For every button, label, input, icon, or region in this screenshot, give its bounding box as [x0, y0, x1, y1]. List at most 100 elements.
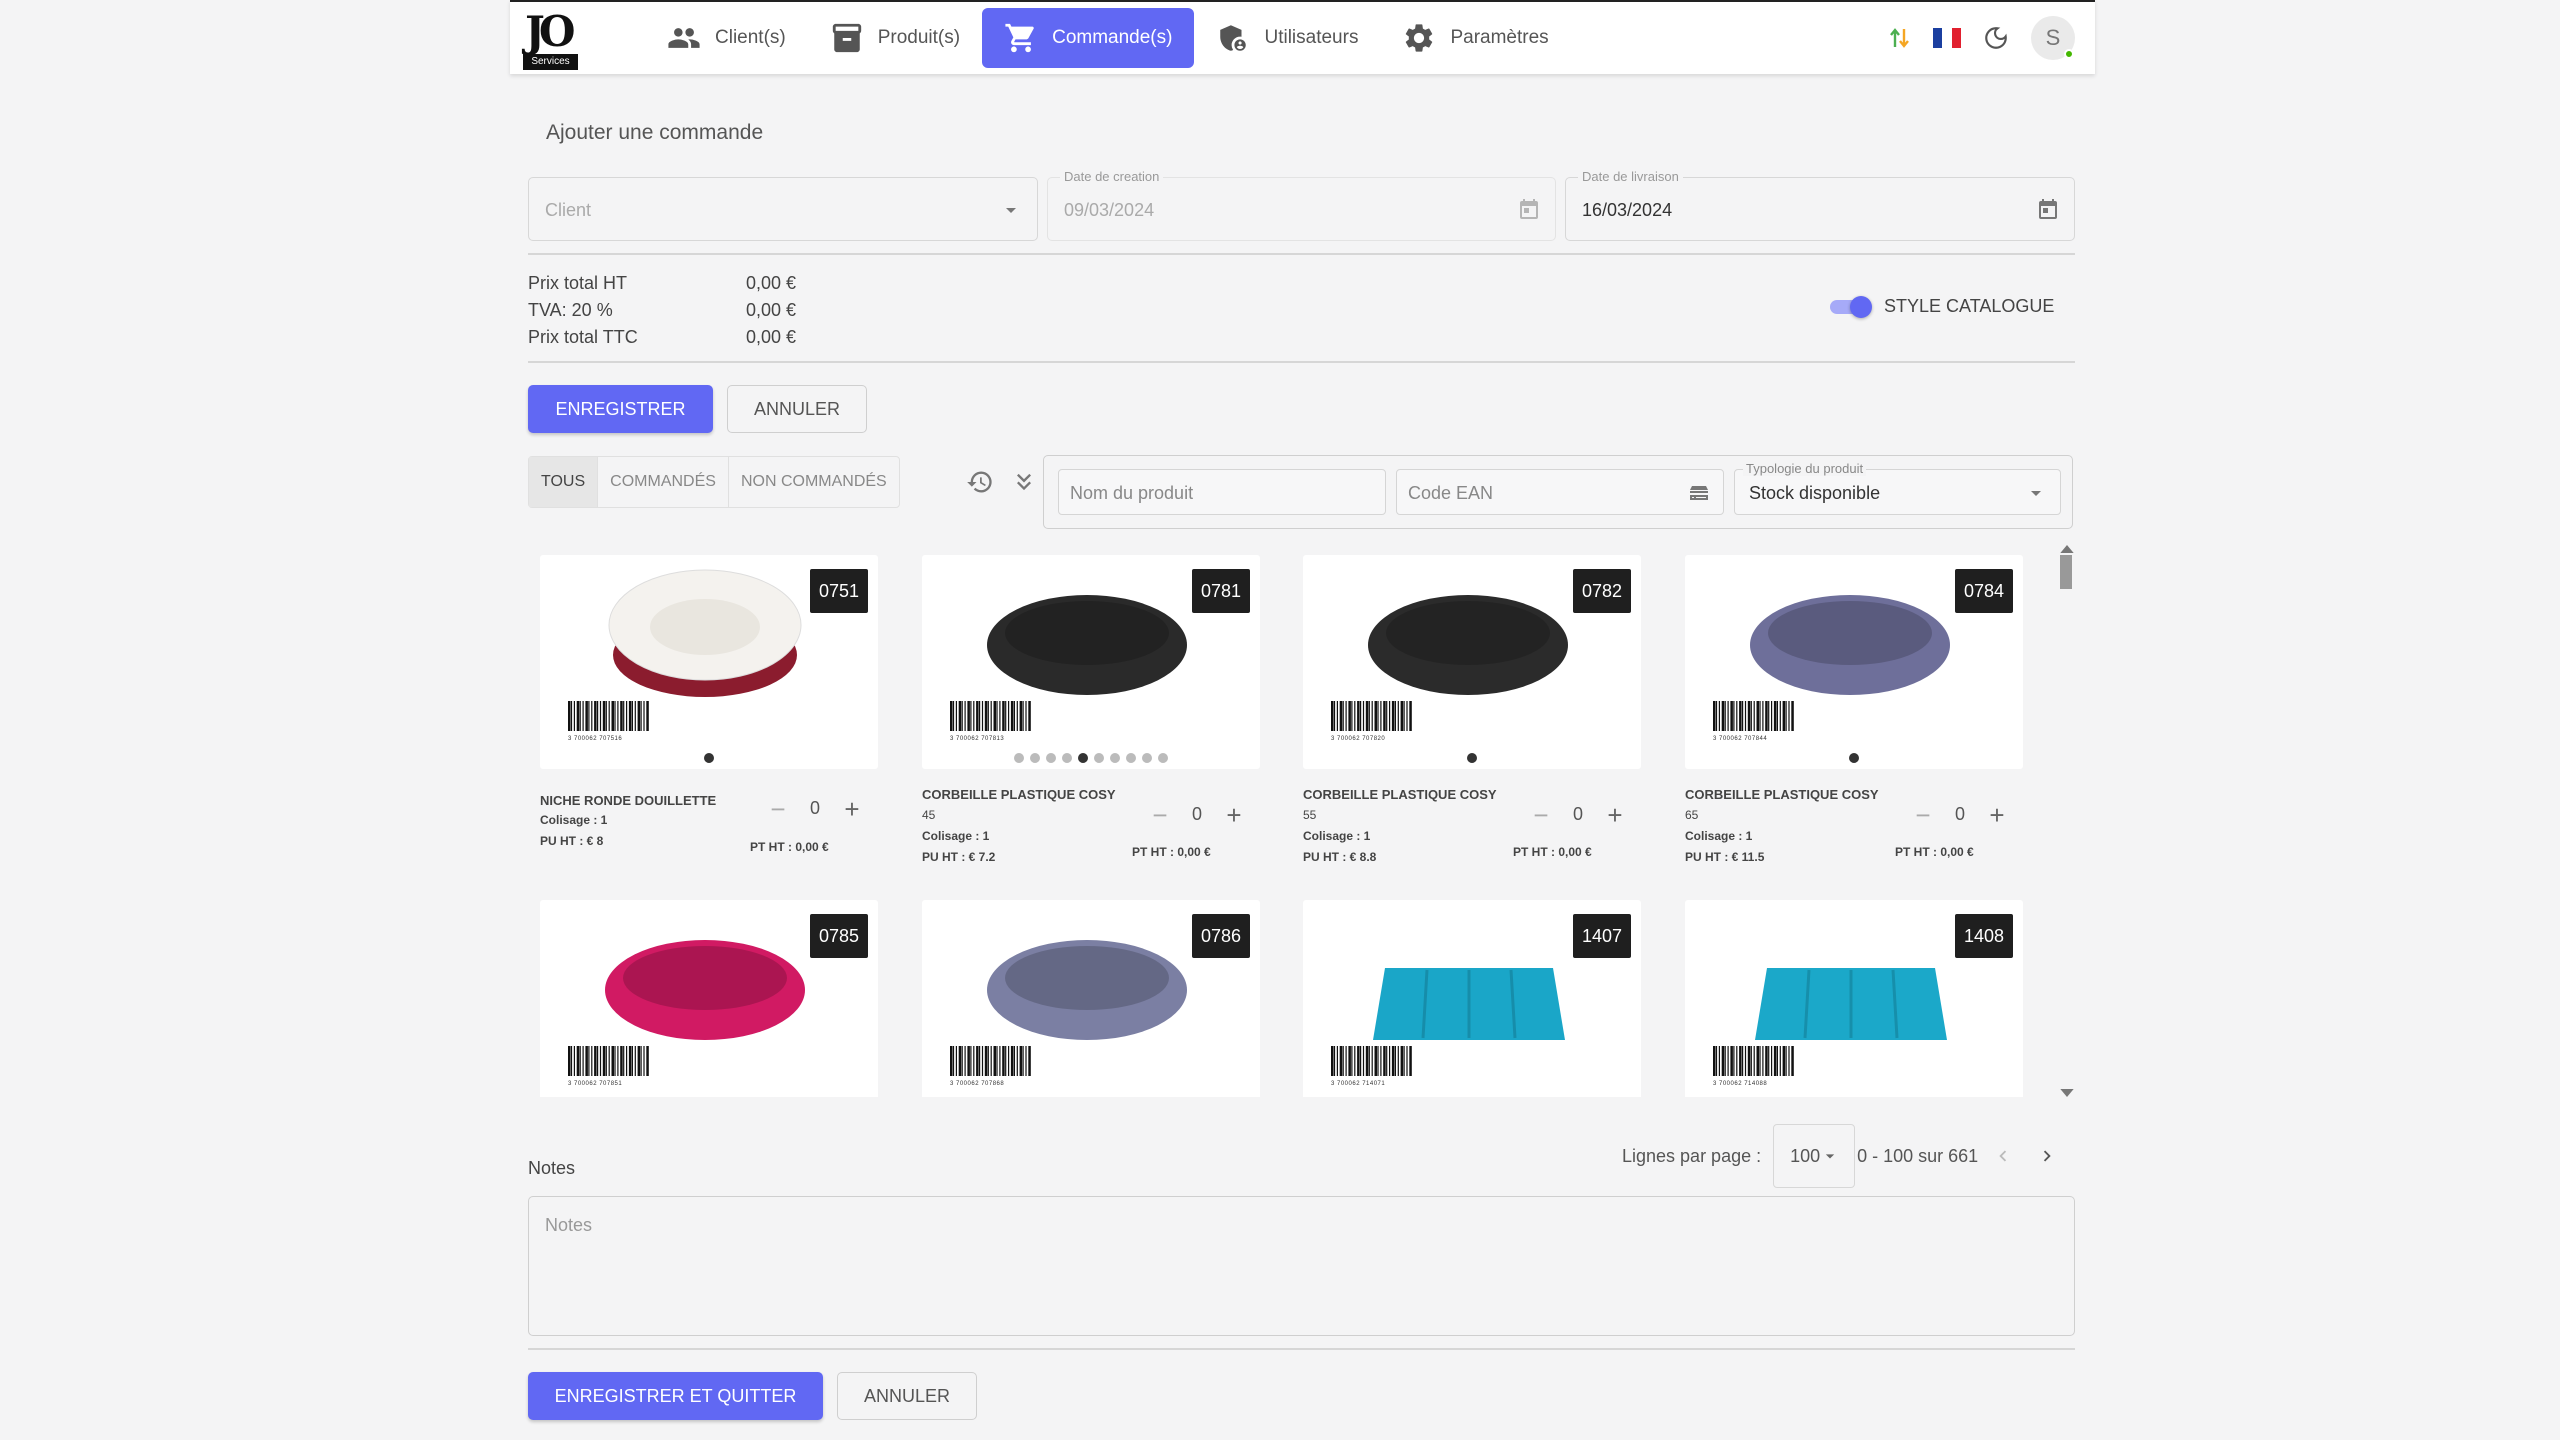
product-card[interactable]: 3 700062 707813 0781 CORBEILLE PLASTIQUE C…	[922, 555, 1260, 895]
notes-textarea[interactable]: Notes	[528, 1196, 2075, 1336]
toggle-switch[interactable]	[1830, 295, 1872, 318]
cancel-bottom-button[interactable]: Annuler	[837, 1372, 977, 1420]
carousel-dot[interactable]	[1078, 753, 1088, 763]
carousel-dot[interactable]	[704, 753, 714, 763]
increment-button[interactable]: +	[1987, 802, 2007, 828]
product-unit-price: PU HT : € 8.8	[1303, 850, 1377, 864]
pagination: Lignes par page : 100 0 - 100 sur 661	[1622, 1124, 2058, 1188]
nav-item-clients[interactable]: Client(s)	[645, 8, 808, 68]
product-image[interactable]: 3 700062 714071 1407	[1303, 900, 1641, 1097]
decrement-button[interactable]: −	[768, 796, 788, 822]
dark-mode-icon[interactable]	[1983, 25, 2009, 51]
quantity-stepper[interactable]: − 0 +	[1531, 802, 1625, 828]
nav-item-commandes[interactable]: Commande(s)	[982, 8, 1195, 68]
product-card[interactable]: 3 700062 707516 0751 NICHE RONDE DOUILLETT…	[540, 555, 878, 895]
quantity-stepper[interactable]: − 0 +	[1150, 802, 1244, 828]
image-carousel-dots[interactable]	[1303, 753, 1641, 763]
segment-ordered[interactable]: COMMANDÉS	[598, 457, 729, 507]
save-and-quit-button[interactable]: Enregistrer et quitter	[528, 1372, 823, 1420]
creation-date-value: 09/03/2024	[1064, 200, 1155, 220]
nav-label: Client(s)	[715, 27, 786, 48]
collapse-button[interactable]	[1010, 468, 1038, 496]
product-card[interactable]: 3 700062 707851 0785	[540, 900, 878, 1097]
grid-scrollbar[interactable]	[2057, 545, 2074, 1097]
avatar-initial: S	[2045, 25, 2061, 50]
product-image[interactable]: 3 700062 707813 0781	[922, 555, 1260, 769]
nav-item-parametres[interactable]: Paramètres	[1380, 8, 1570, 68]
carousel-dot[interactable]	[1126, 753, 1136, 763]
product-ref-badge: 1407	[1573, 914, 1631, 958]
double-chevron-down-icon	[1017, 473, 1031, 491]
next-page-icon[interactable]	[2036, 1145, 2058, 1167]
barcode-scanner-icon[interactable]	[1687, 481, 1711, 505]
product-image[interactable]: 3 700062 707868 0786	[922, 900, 1260, 1097]
cancel-button[interactable]: Annuler	[727, 385, 867, 433]
product-image[interactable]: 3 700062 707820 0782	[1303, 555, 1641, 769]
product-image[interactable]: 3 700062 707851 0785	[540, 900, 878, 1097]
carousel-dot[interactable]	[1849, 753, 1859, 763]
product-card[interactable]: 3 700062 707820 0782 CORBEILLE PLASTIQUE C…	[1303, 555, 1641, 895]
dropdown-arrow-icon	[2031, 491, 2041, 496]
delivery-date-field[interactable]: Date de livraison 16/03/2024	[1565, 169, 2075, 241]
ean-code-input[interactable]: Code EAN	[1396, 469, 1724, 515]
barcode-image: 3 700062 714071	[1331, 1046, 1413, 1087]
total-row: TVA: 20 % 0,00 €	[528, 297, 796, 324]
sync-icon[interactable]	[1889, 25, 1911, 51]
product-name-input[interactable]: Nom du produit	[1058, 469, 1386, 515]
product-card[interactable]: 3 700062 714071 1407	[1303, 900, 1641, 1097]
barcode-number: 3 700062 707820	[1331, 736, 1386, 742]
barcode-number: 3 700062 714071	[1331, 1081, 1386, 1087]
carousel-dot[interactable]	[1142, 753, 1152, 763]
product-image[interactable]: 3 700062 714088 1408	[1685, 900, 2023, 1097]
barcode-image: 3 700062 707851	[568, 1046, 650, 1087]
quantity-stepper[interactable]: − 0 +	[1913, 802, 2007, 828]
quantity-stepper[interactable]: − 0 +	[768, 796, 862, 822]
carousel-dot[interactable]	[1110, 753, 1120, 763]
product-image[interactable]: 3 700062 707516 0751	[540, 555, 878, 769]
segment-not-ordered[interactable]: NON COMMANDÉS	[729, 457, 899, 507]
product-card[interactable]: 3 700062 714088 1408	[1685, 900, 2023, 1097]
carousel-dot[interactable]	[1158, 753, 1168, 763]
carousel-dot[interactable]	[1467, 753, 1477, 763]
save-button[interactable]: Enregistrer	[528, 385, 713, 433]
carousel-dot[interactable]	[1062, 753, 1072, 763]
typology-select[interactable]: Typologie du produit Stock disponible	[1734, 461, 2061, 515]
online-status-dot	[2064, 49, 2074, 59]
segment-all[interactable]: TOUS	[529, 457, 599, 507]
language-flag-icon[interactable]	[1933, 28, 1961, 48]
decrement-button[interactable]: −	[1531, 802, 1551, 828]
prev-page-icon[interactable]	[1992, 1145, 2014, 1167]
carousel-dot[interactable]	[1094, 753, 1104, 763]
image-carousel-dots[interactable]	[540, 753, 878, 763]
nav-item-produits[interactable]: Produit(s)	[808, 8, 982, 68]
image-carousel-dots[interactable]	[922, 753, 1260, 763]
nav-item-utilisateurs[interactable]: Utilisateurs	[1194, 8, 1380, 68]
product-image[interactable]: 3 700062 707844 0784	[1685, 555, 2023, 769]
creation-date-label: Date de creation	[1060, 169, 1164, 184]
image-carousel-dots[interactable]	[1685, 753, 2023, 763]
increment-button[interactable]: +	[1224, 802, 1244, 828]
scrollbar-thumb[interactable]	[2060, 555, 2072, 589]
product-card[interactable]: 3 700062 707844 0784 CORBEILLE PLASTIQUE C…	[1685, 555, 2023, 895]
quantity-value: 0	[1573, 804, 1584, 824]
increment-button[interactable]: +	[1605, 802, 1625, 828]
calendar-icon[interactable]	[2036, 198, 2060, 222]
increment-button[interactable]: +	[842, 796, 862, 822]
rows-per-page-select[interactable]: 100	[1773, 1124, 1856, 1188]
client-select[interactable]: Client	[528, 177, 1038, 241]
decrement-button[interactable]: −	[1913, 802, 1933, 828]
nav-label: Utilisateurs	[1264, 27, 1359, 48]
carousel-dot[interactable]	[1030, 753, 1040, 763]
brand-logo[interactable]: JO Services	[521, 8, 578, 70]
product-name: CORBEILLE PLASTIQUE COSY	[1303, 787, 1497, 802]
product-card[interactable]: 3 700062 707868 0786	[922, 900, 1260, 1097]
history-button[interactable]	[966, 468, 994, 496]
top-right-actions: S	[1889, 16, 2075, 60]
decrement-button[interactable]: −	[1150, 802, 1170, 828]
catalogue-style-toggle[interactable]: STYLE CATALOGUE	[1830, 295, 2054, 318]
carousel-dot[interactable]	[1046, 753, 1056, 763]
nav-label: Commande(s)	[1052, 27, 1173, 48]
avatar[interactable]: S	[2031, 16, 2075, 60]
divider	[528, 361, 2075, 363]
carousel-dot[interactable]	[1014, 753, 1024, 763]
